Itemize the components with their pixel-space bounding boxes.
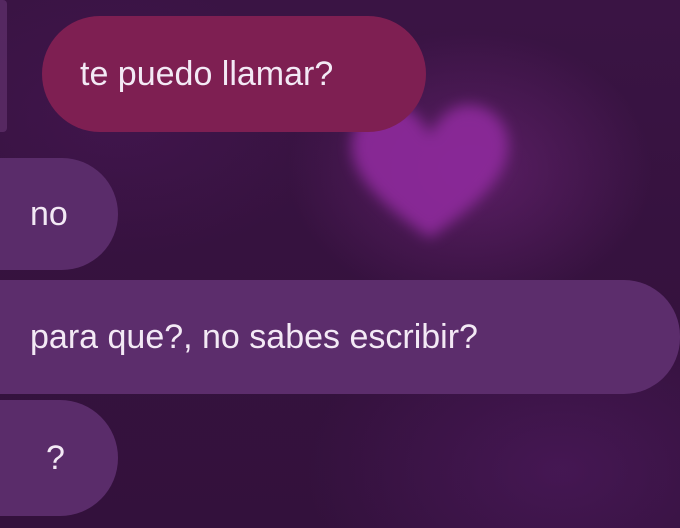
message-bubble-received[interactable]: no — [0, 158, 118, 270]
message-text: ? — [46, 439, 65, 477]
message-bubble-received[interactable]: para que?, no sabes escribir? — [0, 280, 680, 394]
edge-strip — [0, 0, 7, 132]
message-text: no — [30, 195, 68, 233]
chat-thread: te puedo llamar? no para que?, no sabes … — [0, 0, 680, 528]
message-text: para que?, no sabes escribir? — [30, 318, 478, 356]
message-bubble-sent[interactable]: te puedo llamar? — [42, 16, 426, 132]
message-bubble-received[interactable]: ? — [0, 400, 118, 516]
message-text: te puedo llamar? — [80, 55, 334, 93]
